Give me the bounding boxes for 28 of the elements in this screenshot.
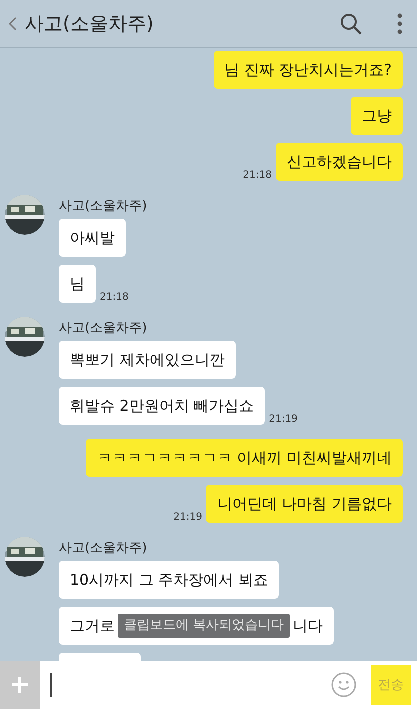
message-bubble: 니어딘데 나마침 기름없다: [206, 485, 403, 523]
message-bubble: 휘발슈 2만원어치 빼가십쇼: [59, 387, 266, 425]
message-bubble: 신고하겠습니다: [276, 143, 403, 181]
chat-title: 사고(소울차주): [25, 12, 155, 36]
message-bubble: 뽁뽀기 제차에있으니깐: [59, 341, 236, 379]
more-icon[interactable]: [397, 12, 403, 36]
message-text: 그거로: [70, 616, 115, 636]
timestamp: 21:19: [174, 512, 202, 523]
message-bubble: 아씨발: [59, 219, 126, 257]
add-button[interactable]: [0, 661, 40, 709]
message-text: 니다: [293, 616, 324, 636]
timestamp: 21:18: [100, 292, 129, 303]
emoticon-icon[interactable]: [331, 672, 357, 698]
message-bubble: 그냥: [351, 97, 403, 135]
sender-name: 사고(소울차주): [59, 540, 148, 557]
message-bubble: ㅋㅋㅋㄱㅋㅋㅋㄱㅋ 이새끼 미친씨발새끼네: [86, 439, 403, 477]
send-button[interactable]: 전송: [371, 665, 411, 705]
timestamp: 21:18: [243, 170, 272, 181]
back-icon[interactable]: [9, 16, 17, 30]
search-icon[interactable]: [339, 12, 363, 36]
toast-message: 클립보드에 복사되었습니다: [118, 614, 290, 638]
message-bubble: 님 진짜 장난치시는거죠?: [214, 51, 403, 89]
message-bubble: 10시까지 그 주차장에서 뵈죠: [59, 561, 280, 599]
plus-icon: [10, 675, 30, 695]
sender-name: 사고(소울차주): [59, 320, 148, 337]
timestamp: 21:19: [269, 414, 298, 425]
message-bubble: 님: [59, 265, 96, 303]
sender-name: 사고(소울차주): [59, 198, 148, 215]
